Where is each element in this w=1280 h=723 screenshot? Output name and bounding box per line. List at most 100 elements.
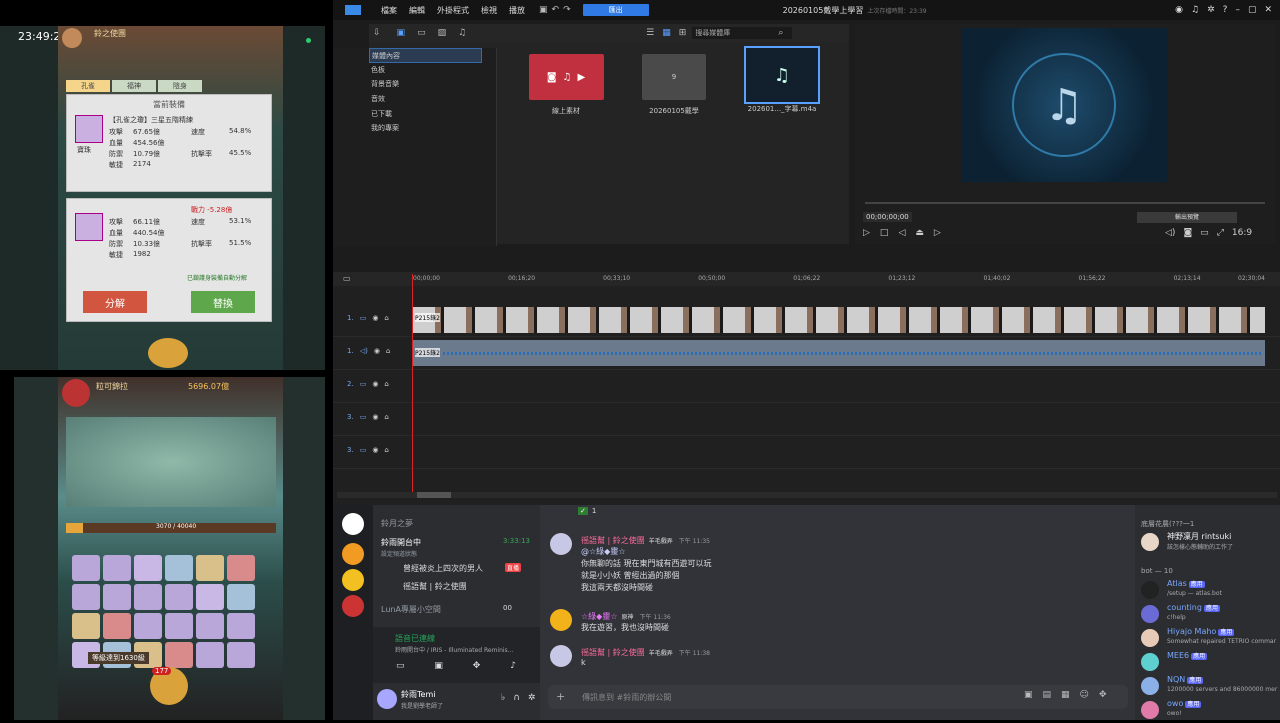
inventory-slot[interactable] <box>134 584 162 610</box>
settings-icon[interactable]: ✲ <box>1207 5 1215 15</box>
menu-item[interactable]: 檢視 <box>481 5 497 16</box>
video-clip[interactable]: P215錄2 <box>413 307 1265 333</box>
check-reaction-icon[interactable]: ✓ <box>578 507 588 515</box>
aspect-ratio-icon[interactable]: 16:9 <box>1232 228 1252 238</box>
inventory-slot[interactable] <box>103 613 131 639</box>
close-icon[interactable]: ✕ <box>1264 5 1272 15</box>
import-icon[interactable]: ⇩ <box>373 28 381 38</box>
member-item[interactable]: counting 應用 c!help <box>1141 603 1280 627</box>
inventory-slot[interactable] <box>165 584 193 610</box>
large-grid-icon[interactable]: ⊞ <box>679 28 687 38</box>
next-frame-icon[interactable]: ▷ <box>934 228 941 238</box>
inventory-slot[interactable] <box>103 584 131 610</box>
server-icon-3[interactable] <box>342 569 364 591</box>
grid-view-icon[interactable]: ▦ <box>662 28 671 38</box>
camera-off-icon[interactable]: ▭ <box>396 661 405 671</box>
voice-user-2[interactable]: 徭語幫 | 鈴之使團 <box>403 581 467 592</box>
list-view-icon[interactable]: ☰ <box>646 28 654 38</box>
timeline-track[interactable]: 1. ◁) ◉ ⌂ P215錄2 <box>333 337 1280 370</box>
game-tab-3[interactable]: 陰身 <box>158 80 202 92</box>
inventory-slot[interactable] <box>227 642 255 668</box>
message-author-avatar[interactable] <box>550 609 572 631</box>
mic-icon[interactable]: ♭ <box>501 693 505 703</box>
game-tab-2[interactable]: 福神 <box>112 80 156 92</box>
audio-file-item[interactable]: ♫ 202601..._字幕.m4a <box>737 46 827 116</box>
member-item[interactable]: MEE6 應用 <box>1141 651 1280 675</box>
headset-icon[interactable]: ∩ <box>513 693 520 703</box>
timeline-track[interactable]: 3. ▭ ◉ ⌂ <box>333 403 1280 436</box>
member-item[interactable]: Atlas 應用/setup — atlas.bot <box>1141 579 1280 603</box>
search-icon[interactable]: ⌕ <box>778 28 783 38</box>
undo-icon[interactable]: ↶ <box>552 5 560 15</box>
user-avatar[interactable] <box>377 689 397 709</box>
folder-item[interactable]: 9 20260105戴學 <box>629 54 719 116</box>
emoji-icon[interactable]: ☺ <box>1080 690 1089 700</box>
timeline-track[interactable]: 3. ▭ ◉ ⌂ <box>333 436 1280 469</box>
timeline-track[interactable]: 1. ▭ ◉ ⌂ P215錄2 <box>333 304 1280 337</box>
inventory-slot[interactable] <box>72 584 100 610</box>
audio-clip[interactable]: P215錄2 <box>413 340 1265 366</box>
video-filter-icon[interactable]: ▭ <box>417 28 426 38</box>
inventory-slot[interactable] <box>165 555 193 581</box>
snapshot-icon[interactable]: ◙ <box>1183 228 1192 238</box>
maximize-icon[interactable]: ▢ <box>1248 5 1257 15</box>
visibility-eye-icon[interactable]: ◉ <box>372 446 378 454</box>
inventory-slot[interactable] <box>227 555 255 581</box>
message-author[interactable]: 徭語幫 | 鈴之使團 <box>581 536 645 545</box>
message-author-avatar[interactable] <box>550 533 572 555</box>
media-filter-all-icon[interactable]: ▣ <box>397 28 406 38</box>
lock-icon[interactable]: ⌂ <box>384 314 388 322</box>
lock-icon[interactable]: ⌂ <box>384 380 388 388</box>
scrollbar-thumb[interactable] <box>417 492 451 498</box>
user-settings-icon[interactable]: ✲ <box>528 693 536 703</box>
online-assets-item[interactable]: ◙ ♫ ▶ 線上素材 <box>521 54 611 116</box>
visibility-eye-icon[interactable]: ◉ <box>374 347 380 355</box>
playhead[interactable] <box>412 274 413 494</box>
server-icon-1[interactable] <box>342 513 364 535</box>
export-button[interactable]: 匯出 <box>582 4 649 16</box>
message-author[interactable]: 徭語幫 | 鈴之使團 <box>581 648 645 657</box>
image-filter-icon[interactable]: ▨ <box>438 28 447 38</box>
member-item[interactable]: owo 應用 owo! <box>1141 699 1280 723</box>
inventory-slot[interactable] <box>103 555 131 581</box>
activity-icon[interactable]: ✥ <box>473 661 481 671</box>
inventory-slot[interactable] <box>196 642 224 668</box>
preview-scrubber[interactable] <box>865 202 1265 204</box>
help-icon[interactable]: ? <box>1223 5 1228 15</box>
visibility-eye-icon[interactable]: ◉ <box>372 380 378 388</box>
voice-channel-active[interactable]: 鈴雨開台中 <box>381 537 421 548</box>
minimize-icon[interactable]: – <box>1235 5 1240 15</box>
gift-icon[interactable]: ▣ <box>1024 690 1033 700</box>
soundboard-icon[interactable]: ♪ <box>510 661 516 671</box>
voice-user-1[interactable]: 曾經被炎上四次的男人 <box>403 563 483 574</box>
visibility-eye-icon[interactable]: ◉ <box>372 413 378 421</box>
swap-button[interactable]: 替換 <box>191 291 255 313</box>
library-tree-item[interactable]: 媒體內容 <box>369 48 482 63</box>
sticker-icon[interactable]: ▦ <box>1061 690 1070 700</box>
member-item[interactable]: 神野凜月 rintsuki 該怎樣心態輔助的工作了 <box>1141 531 1280 555</box>
timeline-track[interactable]: 2. ▭ ◉ ⌂ <box>333 370 1280 403</box>
save-icon[interactable]: ▣ <box>539 5 548 15</box>
add-attachment-icon[interactable]: + <box>556 690 565 703</box>
library-search-input[interactable]: 搜尋媒體庫 <box>692 27 793 39</box>
decompose-button[interactable]: 分解 <box>83 291 147 313</box>
inventory-slot[interactable] <box>196 584 224 610</box>
screen-share-icon[interactable]: ▣ <box>434 661 443 671</box>
library-tree-item[interactable]: 色板 <box>333 63 496 78</box>
redo-icon[interactable]: ↷ <box>563 5 571 15</box>
prev-frame-icon[interactable]: ◁ <box>898 228 905 238</box>
inventory-slot[interactable] <box>227 584 255 610</box>
inventory-slot[interactable] <box>227 613 255 639</box>
volume-icon[interactable]: ◁) <box>1165 228 1175 238</box>
inventory-slot[interactable] <box>165 613 193 639</box>
inventory-slot[interactable] <box>134 613 162 639</box>
menu-item[interactable]: 播放 <box>509 5 525 16</box>
library-tree-item[interactable]: 音效 <box>333 92 496 107</box>
play-button-icon[interactable]: ▷ <box>863 228 870 238</box>
visibility-eye-icon[interactable]: ◉ <box>372 314 378 322</box>
menu-item[interactable]: 編輯 <box>409 5 425 16</box>
menu-item[interactable]: 檔案 <box>381 5 397 16</box>
server-icon-2[interactable] <box>342 543 364 565</box>
account-icon[interactable]: ◉ <box>1175 5 1183 15</box>
member-item[interactable]: Hiyajo Maho 應用 Somewhat repaired TETRIO co… <box>1141 627 1280 651</box>
